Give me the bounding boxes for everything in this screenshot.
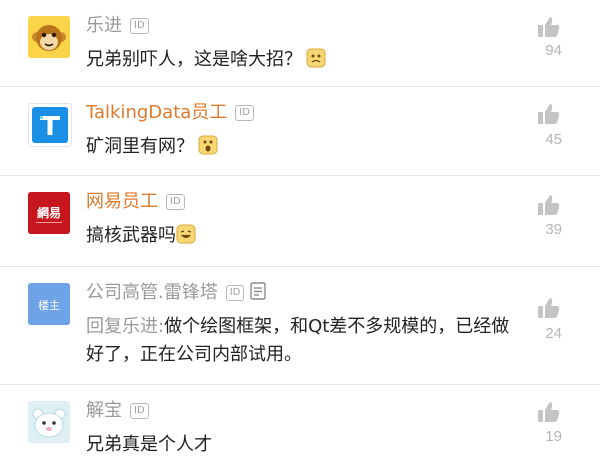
cartoon-animal-avatar xyxy=(28,401,70,443)
comment-text: 矿洞里有网？ xyxy=(86,133,526,161)
comment-author[interactable]: TalkingData员工 ID xyxy=(86,101,254,125)
comment-author[interactable]: 公司高管.雷锋塔 ID xyxy=(86,281,267,305)
thumbs-up-icon[interactable] xyxy=(536,14,562,40)
note-icon xyxy=(250,282,267,300)
like-count: 39 xyxy=(545,221,562,238)
author-name[interactable]: 网易员工 xyxy=(86,191,158,212)
id-badge: ID xyxy=(130,403,149,419)
comment-body: 兄弟别吓人，这是啥大招？ xyxy=(86,49,302,70)
author-name[interactable]: 乐进 xyxy=(86,15,122,36)
comment-item[interactable]: 解宝 ID 兄弟真是个人才 19 xyxy=(0,385,600,469)
id-badge: ID xyxy=(235,105,254,121)
comment-author[interactable]: 解宝 ID xyxy=(86,399,149,423)
like-count: 94 xyxy=(545,42,562,59)
author-name[interactable]: 公司高管.雷锋塔 xyxy=(86,282,218,303)
id-badge: ID xyxy=(225,285,245,301)
avatar[interactable] xyxy=(28,16,70,58)
talkingdata-logo xyxy=(32,107,68,143)
comment-item[interactable]: TalkingData员工 ID 矿洞里有网？ 45 xyxy=(0,87,600,176)
confused-face-emoji xyxy=(306,48,326,68)
comment-list: 乐进 ID 兄弟别吓人，这是啥大招？ 94 TalkingData员工 ID 矿洞里… xyxy=(0,0,600,469)
author-name[interactable]: TalkingData员工 xyxy=(86,102,227,123)
netease-logo: 網易 xyxy=(28,192,70,234)
like-count: 19 xyxy=(545,428,562,445)
comment-body: 兄弟真是个人才 xyxy=(86,434,212,455)
avatar[interactable] xyxy=(28,401,70,443)
building-owner-avatar: 楼主 xyxy=(28,283,70,325)
like-count: 45 xyxy=(545,131,562,148)
reply-prefix[interactable]: 回复乐进: xyxy=(86,316,164,337)
comment-text: 兄弟真是个人才 xyxy=(86,431,526,459)
thumbs-up-icon[interactable] xyxy=(536,101,562,127)
comment-item[interactable]: 乐进 ID 兄弟别吓人，这是啥大招？ 94 xyxy=(0,0,600,87)
comment-body: 搞核武器吗 xyxy=(86,225,176,246)
netease-logo-text: 網易 xyxy=(37,205,61,220)
comment-text: 兄弟别吓人，这是啥大招？ xyxy=(86,46,526,74)
comment-text: 搞核武器吗 xyxy=(86,222,526,250)
comment-item[interactable]: 網易 网易员工 ID 搞核武器吗 39 xyxy=(0,176,600,267)
owner-badge-text: 楼主 xyxy=(38,298,60,312)
comment-item[interactable]: 楼主 公司高管.雷锋塔 ID 回复乐进:做个绘图框架，和Qt差不多规模的，已经做好… xyxy=(0,267,600,385)
comment-author[interactable]: 网易员工 ID xyxy=(86,190,185,214)
thumbs-up-icon[interactable] xyxy=(536,399,562,425)
shocked-face-emoji xyxy=(198,135,218,155)
thumbs-up-icon[interactable] xyxy=(536,295,562,321)
like-count: 24 xyxy=(545,325,562,342)
monkey-face-icon xyxy=(28,16,70,58)
avatar[interactable]: 網易 xyxy=(28,192,70,234)
thumbs-up-icon[interactable] xyxy=(536,192,562,218)
author-name[interactable]: 解宝 xyxy=(86,400,122,421)
comment-author[interactable]: 乐进 ID xyxy=(86,14,149,38)
avatar[interactable] xyxy=(28,103,72,147)
comment-body: 矿洞里有网？ xyxy=(86,136,194,157)
avatar[interactable]: 楼主 xyxy=(28,283,70,325)
laughing-face-emoji xyxy=(176,224,196,244)
comment-text: 回复乐进:做个绘图框架，和Qt差不多规模的，已经做好了，正在公司内部试用。 xyxy=(86,313,526,369)
id-badge: ID xyxy=(130,18,149,34)
id-badge: ID xyxy=(166,194,185,210)
